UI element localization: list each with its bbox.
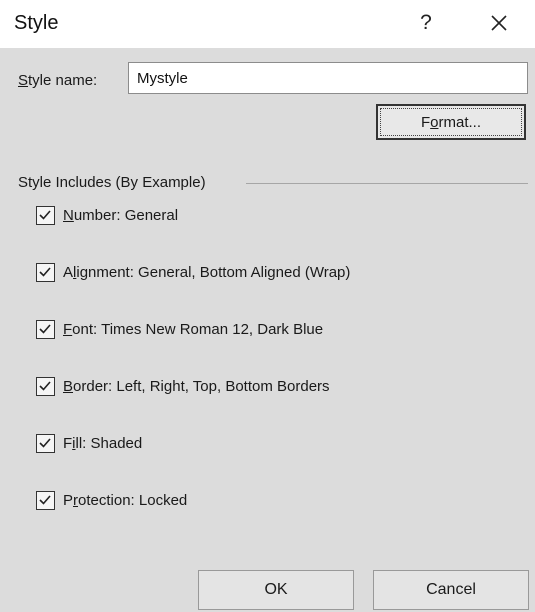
checkbox-box[interactable] [36, 377, 55, 396]
checkbox-number[interactable]: Number: General [36, 206, 178, 225]
close-button[interactable] [482, 6, 516, 40]
checkbox-box[interactable] [36, 491, 55, 510]
checkbox-box[interactable] [36, 434, 55, 453]
checkbox-box[interactable] [36, 320, 55, 339]
style-name-input[interactable] [128, 62, 528, 94]
checkbox-box[interactable] [36, 206, 55, 225]
cancel-button[interactable]: Cancel [373, 570, 529, 610]
close-icon [491, 15, 507, 31]
format-button[interactable]: Fo rmat... [376, 104, 526, 140]
checkmark-icon [39, 438, 51, 448]
checkbox-alignment[interactable]: Alignment: General, Bottom Aligned (Wrap… [36, 263, 350, 282]
help-button[interactable]: ? [412, 8, 440, 38]
ok-button[interactable]: OK [198, 570, 354, 610]
title-bar: Style ? [0, 0, 535, 48]
checkbox-label-protection: Protection: Locked [63, 492, 188, 509]
dialog-title: Style [14, 12, 59, 34]
group-divider [246, 183, 528, 184]
style-includes-group-label: Style Includes (By Example) [18, 174, 206, 191]
checkmark-icon [39, 267, 51, 277]
checkmark-icon [39, 210, 51, 220]
checkbox-border[interactable]: Border: Left, Right, Top, Bottom Borders [36, 377, 330, 396]
style-dialog: Style ? Style name: Format... Style Incl… [0, 0, 535, 612]
format-button-label: Fo rmat... [380, 108, 522, 136]
checkbox-font[interactable]: Font: Times New Roman 12, Dark Blue [36, 320, 323, 339]
style-name-label: Style name: [18, 72, 98, 89]
checkbox-fill[interactable]: Fill: Shaded [36, 434, 142, 453]
checkbox-label-fill: Fill: Shaded [63, 435, 143, 452]
checkbox-label-number: Number: General [63, 207, 179, 224]
checkmark-icon [39, 495, 51, 505]
checkmark-icon [39, 324, 51, 334]
checkmark-icon [39, 381, 51, 391]
checkbox-label-alignment: Alignment: General, Bottom Aligned (Wrap… [63, 264, 351, 281]
checkbox-box[interactable] [36, 263, 55, 282]
checkbox-protection[interactable]: Protection: Locked [36, 491, 187, 510]
checkbox-label-border: Border: Left, Right, Top, Bottom Borders [63, 378, 330, 395]
checkbox-label-font: Font: Times New Roman 12, Dark Blue [63, 321, 324, 338]
